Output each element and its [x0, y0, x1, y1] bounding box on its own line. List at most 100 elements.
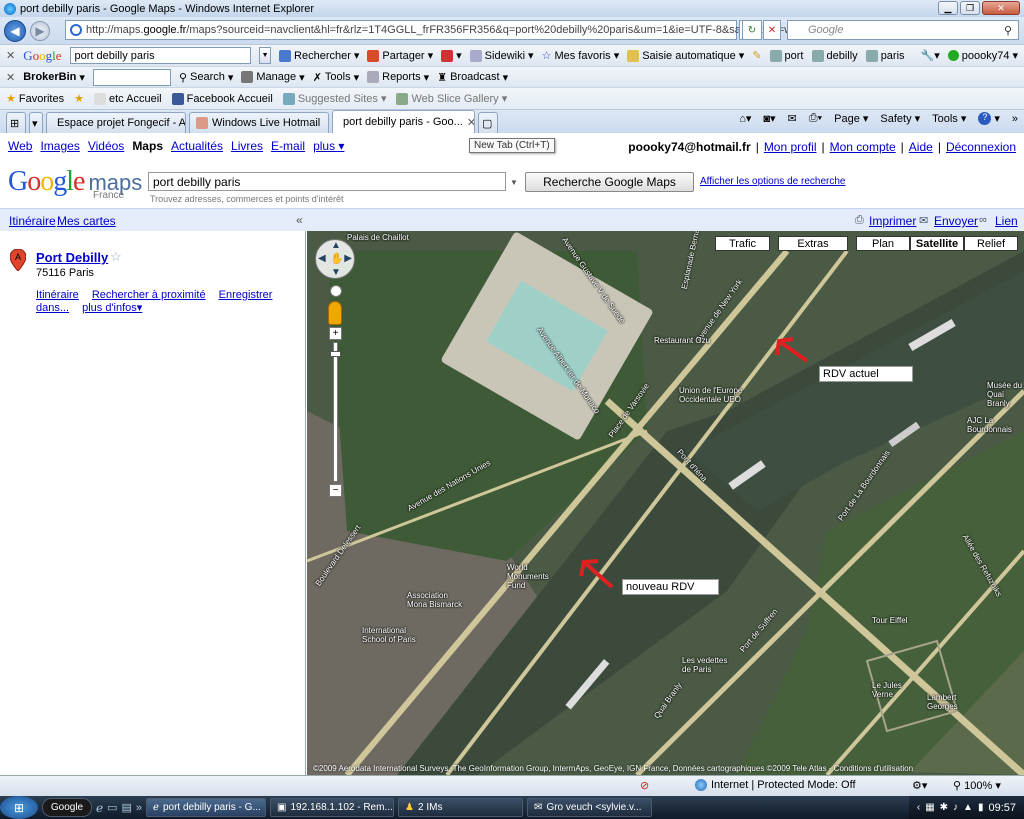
brokerbin-logo[interactable]: BrokerBin ▾ [23, 71, 85, 84]
search-field[interactable]: Google ⚲ [787, 20, 1019, 40]
result-more-info-link[interactable]: plus d'infos▾ [82, 302, 142, 314]
refresh-icon[interactable]: ↻ [742, 20, 762, 40]
nav-videos[interactable]: Vidéos [88, 139, 124, 153]
safety-menu[interactable]: Safety ▾ [880, 112, 920, 126]
result-nearby-link[interactable]: Rechercher à proximité [92, 289, 206, 301]
terrain-view-button[interactable]: Relief [964, 236, 1018, 251]
favorites-button[interactable]: ★ Favorites [6, 92, 64, 106]
nav-news[interactable]: Actualités [171, 139, 223, 153]
security-zone[interactable]: Internet | Protected Mode: Off [695, 779, 856, 791]
close-toolbar-icon[interactable]: ✕ [6, 71, 15, 84]
taskbar-google-search[interactable]: Google [42, 798, 92, 817]
help-link[interactable]: Aide [909, 140, 933, 154]
toolbar-word-debilly[interactable]: debilly [811, 49, 858, 62]
brokerbin-search-button[interactable]: ⚲ Search ▾ [179, 71, 233, 84]
quick-launch-chevron-icon[interactable]: » [136, 802, 142, 814]
start-button[interactable]: ⊞ [0, 796, 38, 819]
blocked-content-icon[interactable]: ⊘ [640, 779, 649, 792]
marker-a-icon[interactable]: A [10, 249, 26, 271]
zoom-out-button[interactable]: − [329, 484, 342, 497]
home-icon[interactable]: ⌂▾ [739, 112, 751, 125]
zoom-slider[interactable] [330, 342, 341, 482]
zoom-in-button[interactable]: + [329, 327, 342, 340]
stop-icon[interactable]: ✕ [763, 20, 781, 40]
page-menu[interactable]: Page ▾ [834, 112, 868, 126]
brokerbin-search-input[interactable] [92, 68, 171, 86]
highlight-icon[interactable]: ✎ [752, 49, 761, 62]
tab-list-icon[interactable]: ▾ [29, 112, 43, 133]
satellite-view-button[interactable]: Satellite [910, 236, 964, 251]
maps-search-input[interactable]: port debilly paris [148, 172, 506, 191]
show-desktop-icon[interactable]: ▭ [107, 801, 117, 814]
task-email[interactable]: ✉ Gro veuch <sylvie.v... [527, 798, 653, 817]
fav-web-slice-gallery[interactable]: Web Slice Gallery ▾ [396, 92, 507, 105]
zoom-out-world-icon[interactable] [330, 285, 342, 297]
map-view-button[interactable]: Plan [856, 236, 910, 251]
toolbar-bookmarks-button[interactable]: ☆ Mes favoris ▾ [542, 49, 620, 63]
toolbar-account-button[interactable]: poooky74 ▾ [947, 49, 1018, 62]
tab-google-maps[interactable]: port debilly paris - Goo...✕ [332, 110, 475, 133]
fav-etc-accueil[interactable]: etc Accueil [94, 92, 162, 105]
mail-icon[interactable]: ✉ [788, 112, 797, 125]
zoom-slider-thumb[interactable] [330, 351, 341, 357]
battery-icon[interactable]: ▮ [978, 802, 984, 813]
tray-expand-icon[interactable]: ‹ [917, 802, 920, 813]
forward-button[interactable]: ▶ [30, 20, 50, 41]
search-history-dropdown-icon[interactable]: ▼ [510, 178, 518, 187]
security-icon[interactable]: ▲ [963, 802, 973, 813]
task-ims[interactable]: ♟ 2 IMs [398, 798, 524, 817]
send-link[interactable]: Envoyer [934, 214, 978, 228]
minimize-button[interactable]: ▁ [938, 1, 958, 15]
nav-web[interactable]: Web [8, 139, 32, 153]
map-canvas[interactable]: ▲ ▼ ◀ ▶ ✋ + − Trafic Extras Plan Satelli… [307, 231, 1024, 775]
tab-hotmail[interactable]: Windows Live Hotmail [189, 112, 329, 133]
toolbar-share-button[interactable]: Partager ▾ [367, 49, 433, 62]
maximize-button[interactable]: ❐ [960, 1, 980, 15]
address-field[interactable]: http://maps. google.fr/maps?sourceid=navc… [65, 20, 795, 40]
fav-facebook[interactable]: Facebook Accueil [171, 92, 273, 105]
toolbar-word-port[interactable]: port [769, 49, 804, 62]
new-tab-button[interactable]: ▢ [478, 112, 498, 133]
toolbar-autofill-button[interactable]: Saisie automatique ▾ [627, 49, 744, 62]
account-settings-link[interactable]: Mon compte [830, 140, 896, 154]
link-link[interactable]: Lien [995, 214, 1018, 228]
toolbar-sidewiki-button[interactable]: Sidewiki ▾ [469, 49, 534, 62]
result-title[interactable]: Port Debilly [36, 250, 108, 265]
close-button[interactable]: ✕ [982, 1, 1020, 15]
volume-icon[interactable]: ♪ [953, 802, 958, 813]
nav-more[interactable]: plus ▾ [313, 139, 344, 153]
maps-search-button[interactable]: Recherche Google Maps [525, 172, 694, 192]
print-link[interactable]: Imprimer [869, 214, 916, 228]
zoom-level[interactable]: ⚲ 100% ▾ [953, 779, 1001, 792]
toolbar-word-paris[interactable]: paris [865, 49, 905, 62]
traffic-button[interactable]: Trafic [715, 236, 770, 251]
tools-menu[interactable]: Tools ▾ [932, 112, 966, 126]
nav-images[interactable]: Images [40, 139, 79, 153]
close-tab-icon[interactable]: ✕ [467, 116, 474, 129]
protected-mode-icon[interactable]: ⚙▾ [912, 779, 927, 792]
extras-button[interactable]: Extras [778, 236, 848, 251]
itinerary-link[interactable]: Itinéraire [9, 214, 56, 228]
account-profile-link[interactable]: Mon profil [764, 140, 817, 154]
close-toolbar-icon[interactable]: ✕ [6, 49, 15, 62]
print-icon[interactable]: ⎙▾ [809, 112, 822, 125]
toolbar-settings-icon[interactable]: 🔧▾ [921, 49, 940, 62]
chevron-right-icon[interactable]: » [1012, 113, 1018, 125]
search-options-link[interactable]: Afficher les options de recherche [700, 176, 845, 187]
quick-tabs-icon[interactable]: ⊞ [6, 112, 26, 133]
add-favorite-icon[interactable]: ★ [74, 92, 84, 105]
quick-launch-ie-icon[interactable]: ℯ [96, 801, 103, 815]
task-google-maps[interactable]: ℯ port debilly paris - G... [146, 798, 267, 817]
network-icon[interactable]: ▦ [925, 802, 934, 813]
my-maps-link[interactable]: Mes cartes [57, 214, 116, 228]
fav-suggested-sites[interactable]: Suggested Sites ▾ [282, 92, 386, 105]
collapse-panel-icon[interactable]: « [296, 213, 303, 227]
switch-windows-icon[interactable]: ▤ [122, 801, 132, 814]
back-button[interactable]: ◀ [4, 19, 26, 42]
nav-books[interactable]: Livres [231, 139, 263, 153]
brokerbin-broadcast-button[interactable]: ♜ Broadcast ▾ [437, 71, 508, 84]
brokerbin-manage-button[interactable]: Manage ▾ [241, 71, 305, 84]
star-icon[interactable]: ☆ [110, 249, 122, 265]
sign-out-link[interactable]: Déconnexion [946, 140, 1016, 154]
bluetooth-icon[interactable]: ✱ [940, 802, 948, 813]
